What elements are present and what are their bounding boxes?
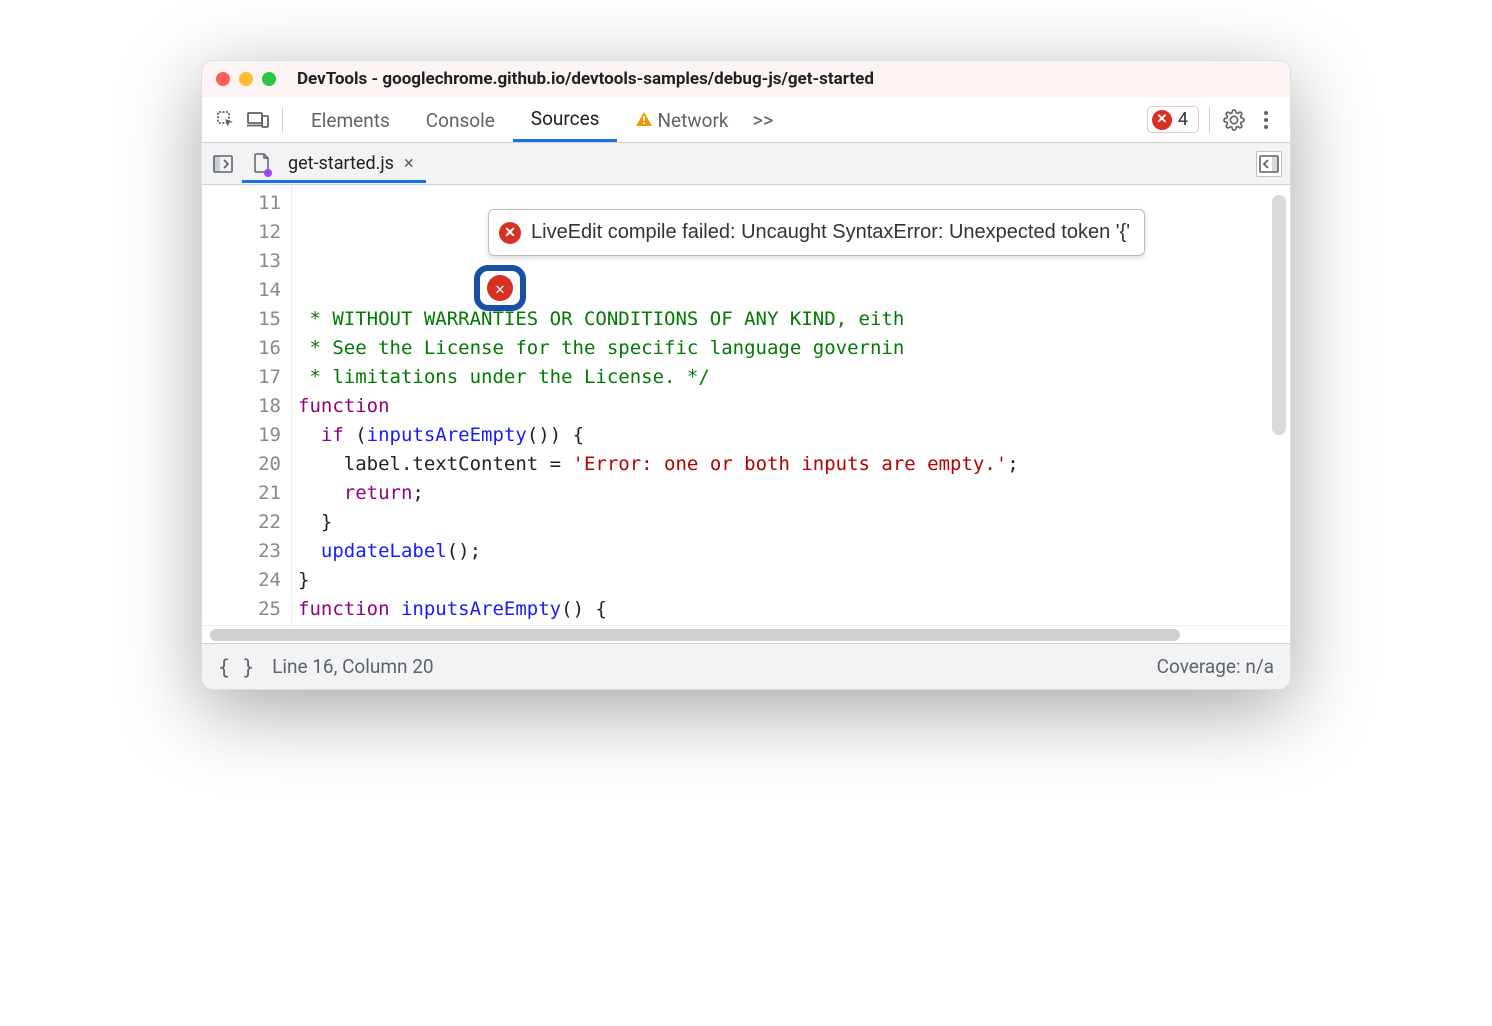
line-number[interactable]: 11 [206,189,281,218]
show-navigator-icon[interactable] [210,151,236,177]
line-number[interactable]: 19 [206,421,281,450]
line-number[interactable]: 12 [206,218,281,247]
tab-console[interactable]: Console [408,99,513,141]
error-icon: ✕ [487,275,513,301]
coverage-status[interactable]: Coverage: n/a [1157,655,1274,678]
code-line[interactable]: function inputsAreEmpty() { [298,595,1290,624]
tab-network[interactable]: Network [617,99,746,141]
show-debugger-icon[interactable] [1256,151,1282,177]
close-window-button[interactable] [216,72,230,86]
code-line[interactable]: * limitations under the License. */ [298,363,1290,392]
code-line[interactable]: function [298,392,1290,421]
line-number[interactable]: 17 [206,363,281,392]
separator [282,107,283,133]
maximize-window-button[interactable] [262,72,276,86]
error-icon: ✕ [1152,110,1172,130]
code-line[interactable]: updateLabel(); [298,537,1290,566]
pretty-print-button[interactable]: { } [218,655,254,679]
horizontal-scrollbar-track[interactable] [202,625,1290,643]
panel-tabs: Elements Console Sources Network >> [293,97,779,142]
code-line[interactable]: return; [298,479,1290,508]
code-line[interactable]: label.textContent = 'Error: one or both … [298,450,1290,479]
modified-dot-icon [264,169,272,177]
code-editor[interactable]: 111213141516171819202122232425 ✕ LiveEdi… [202,185,1290,625]
cursor-position: Line 16, Column 20 [272,655,433,678]
error-message: LiveEdit compile failed: Uncaught Syntax… [531,218,1130,247]
code-line[interactable]: * See the License for the specific langu… [298,334,1290,363]
line-number[interactable]: 16 [206,334,281,363]
device-toolbar-icon[interactable] [244,106,272,134]
line-number[interactable]: 23 [206,537,281,566]
error-icon: ✕ [499,222,521,244]
code-line[interactable]: } [298,508,1290,537]
error-tooltip: ✕ LiveEdit compile failed: Uncaught Synt… [488,209,1145,256]
tab-elements[interactable]: Elements [293,99,408,141]
vertical-scrollbar[interactable] [1272,195,1286,435]
title-bar: DevTools - googlechrome.github.io/devtoo… [202,61,1290,97]
line-number[interactable]: 25 [206,595,281,624]
separator [1209,107,1210,133]
line-number[interactable]: 24 [206,566,281,595]
overflow-tabs-button[interactable]: >> [747,108,780,132]
file-name: get-started.js [288,153,394,174]
status-bar: { } Line 16, Column 20 Coverage: n/a [202,643,1290,689]
line-number[interactable]: 18 [206,392,281,421]
error-count-badge[interactable]: ✕ 4 [1147,106,1199,133]
minimize-window-button[interactable] [239,72,253,86]
line-number[interactable]: 21 [206,479,281,508]
file-tab[interactable]: get-started.js × [242,145,426,183]
main-toolbar: Elements Console Sources Network >> ✕ 4 [202,97,1290,143]
tab-sources[interactable]: Sources [513,97,618,142]
line-number[interactable]: 20 [206,450,281,479]
line-number[interactable]: 22 [206,508,281,537]
line-gutter[interactable]: 111213141516171819202122232425 [202,185,292,625]
line-number[interactable]: 15 [206,305,281,334]
line-number[interactable]: 14 [206,276,281,305]
code-content[interactable]: ✕ LiveEdit compile failed: Uncaught Synt… [292,185,1290,625]
close-file-icon[interactable]: × [404,153,414,174]
inline-error-marker[interactable]: ✕ [474,265,526,311]
settings-gear-icon[interactable] [1220,106,1248,134]
more-menu-icon[interactable] [1252,106,1280,134]
devtools-window: DevTools - googlechrome.github.io/devtoo… [201,60,1291,690]
traffic-lights [216,72,276,86]
code-line[interactable]: * WITHOUT WARRANTIES OR CONDITIONS OF AN… [298,305,1290,334]
horizontal-scrollbar-thumb[interactable] [210,629,1180,641]
window-title: DevTools - googlechrome.github.io/devtoo… [297,69,874,89]
file-tab-bar: get-started.js × [202,143,1290,185]
warning-icon [635,111,653,127]
error-count: 4 [1178,109,1188,130]
line-number[interactable]: 13 [206,247,281,276]
code-line[interactable]: } [298,566,1290,595]
tab-network-label: Network [657,109,728,132]
code-line[interactable]: if (inputsAreEmpty()) { [298,421,1290,450]
inspect-element-icon[interactable] [212,106,240,134]
